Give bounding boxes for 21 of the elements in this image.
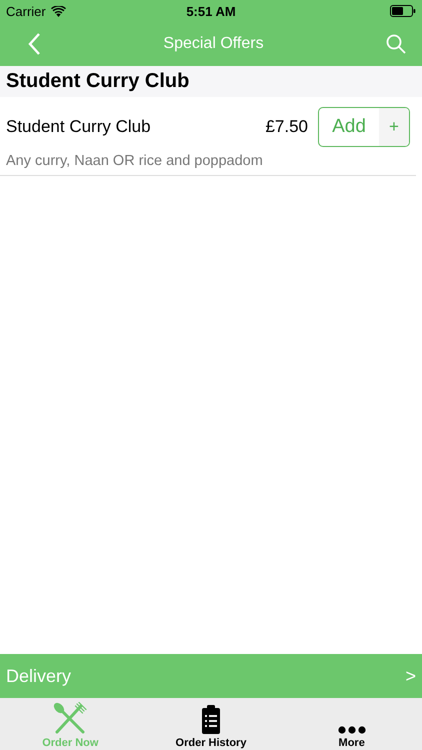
search-button[interactable] bbox=[384, 32, 408, 56]
more-icon bbox=[338, 726, 366, 734]
back-button[interactable] bbox=[26, 31, 43, 57]
wifi-icon bbox=[50, 6, 66, 16]
item-description: Any curry, Naan OR rice and poppadom bbox=[6, 153, 264, 169]
back-icon bbox=[28, 33, 41, 55]
delivery-bar[interactable]: Delivery > bbox=[0, 654, 422, 698]
item-name: Student Curry Club bbox=[6, 117, 152, 137]
clipboard-icon bbox=[201, 704, 221, 734]
section-title: Student Curry Club bbox=[6, 70, 190, 93]
status-time: 5:51 AM bbox=[186, 4, 236, 18]
cutlery-icon bbox=[53, 702, 88, 734]
battery-icon bbox=[390, 5, 416, 17]
tab[interactable]: More bbox=[281, 698, 422, 750]
search-icon bbox=[386, 34, 406, 54]
tab[interactable]: Order History bbox=[140, 698, 282, 750]
nav-title: Special Offers bbox=[163, 35, 264, 53]
tab[interactable]: Order Now bbox=[0, 698, 141, 750]
carrier-label: Carrier bbox=[6, 4, 46, 18]
add-button[interactable]: Add + bbox=[318, 107, 410, 147]
item-price: £7.50 bbox=[265, 117, 308, 137]
